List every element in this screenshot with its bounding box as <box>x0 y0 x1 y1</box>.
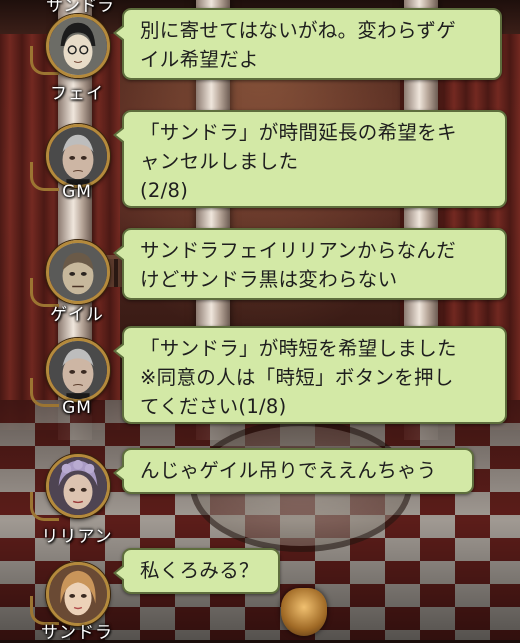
message-line: ャンセルしました <box>140 150 299 173</box>
speaker-name: リリアン <box>41 527 113 547</box>
message-bubble: 別に寄せてはないがね。変わらずゲ イル希望だよ <box>113 8 502 80</box>
lillian-portrait-icon[interactable] <box>46 454 110 518</box>
faye-portrait-icon[interactable] <box>46 14 110 78</box>
message-bubble: サンドラフェイリリアンからなんだ けどサンドラ黒は変わらない <box>113 228 507 300</box>
message-bubble: 「サンドラ」が時間延長の希望をキ ャンセルしました (2/8) <box>113 110 507 208</box>
message-bubble: 私くろみる？ <box>113 548 280 594</box>
message-line: サンドラフェイリリアンからなんだ <box>140 239 457 262</box>
message-line: (2/8) <box>140 179 189 202</box>
message-line: けどサンドラ黒は変わらない <box>140 268 398 291</box>
sandra-portrait-icon[interactable] <box>46 562 110 626</box>
message-bubble: んじゃゲイル吊りでええんちゃう <box>113 448 474 494</box>
speaker-name: ゲイル <box>50 305 104 325</box>
speaker-name: GM <box>62 182 92 202</box>
gm-portrait-icon[interactable] <box>46 124 110 188</box>
speaker-name: フェイ <box>50 84 104 104</box>
speaker-name: サンドラ <box>41 623 113 643</box>
message-line: 私くろみる？ <box>140 559 259 582</box>
gale-portrait-icon[interactable] <box>46 240 110 304</box>
message-bubble: 「サンドラ」が時短を希望しました ※同意の人は「時短」ボタンを押し てください(… <box>113 326 507 424</box>
message-line: ※同意の人は「時短」ボタンを押し <box>140 366 454 389</box>
message-line: 「サンドラ」が時短を希望しました <box>140 337 457 360</box>
message-line: んじゃゲイル吊りでええんちゃう <box>140 459 437 482</box>
message-line: てください(1/8) <box>140 395 287 418</box>
wolf-emblem-icon[interactable] <box>281 588 327 636</box>
speaker-name: GM <box>62 398 92 418</box>
message-line: イル希望だよ <box>140 48 259 71</box>
message-line: 別に寄せてはないがね。変わらずゲ <box>140 19 457 42</box>
message-line: 「サンドラ」が時間延長の希望をキ <box>140 121 457 144</box>
gm-portrait-icon[interactable] <box>46 338 110 402</box>
